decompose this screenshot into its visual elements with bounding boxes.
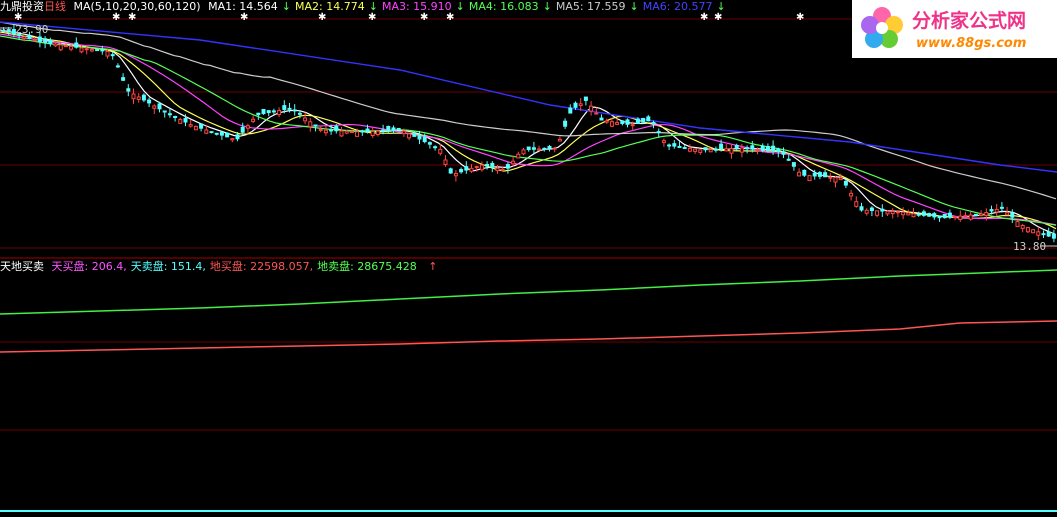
sub-value-3: 地买盘: 22598.057,: [209, 260, 314, 273]
ma-arrow-1: ↓: [281, 0, 292, 13]
ma-value-4: MA4: 16.083: [468, 0, 539, 13]
grid: [0, 18, 1057, 431]
ma-value-5: MA5: 17.559: [555, 0, 626, 13]
ma-arrow-2: ↓: [368, 0, 378, 13]
ma-arrow-4: ↓: [542, 0, 552, 13]
low-label: 13.80: [1013, 240, 1047, 253]
sub-indicator-bar: 天地买卖 天买盘: 206.4, 天卖盘: 151.4, 地买盘: 22598.05…: [0, 260, 442, 274]
ma-value-6: MA6: 20.577: [642, 0, 713, 13]
ma-arrow-3: ↓: [455, 0, 465, 13]
sub-value-1: 天买盘: 206.4,: [51, 260, 127, 273]
site-logo: 分析家公式网 www.88gs.com: [852, 0, 1057, 58]
sub-value-2: 天卖盘: 151.4,: [130, 260, 206, 273]
svg-text:✱: ✱: [796, 12, 804, 23]
logo-url: www.88gs.com: [916, 36, 1026, 51]
period-label: 日线: [44, 0, 66, 13]
ma-arrow-5: ↓: [629, 0, 639, 13]
main-indicator-bar: 九鼎投资日线 MA(5,10,20,30,60,120) MA1: 14.564…: [0, 0, 734, 14]
high-label: 23.90: [15, 23, 49, 36]
ma-value-3: MA3: 15.910: [381, 0, 452, 13]
ma-params: MA(5,10,20,30,60,120): [73, 0, 201, 13]
ma-arrow-6: ↓: [716, 0, 726, 13]
red-line: [0, 320, 1057, 353]
green-line: [0, 269, 1057, 315]
ma-value-2: MA2: 14.774: [295, 0, 365, 13]
sub-value-4: 地卖盘: 28675.428: [317, 260, 417, 273]
ma-value-1: MA1: 14.564: [208, 0, 278, 13]
trend-arrow: ↑: [428, 260, 438, 273]
sub-title: 天地买卖: [0, 260, 44, 273]
chart-canvas: ✱ ✱ ✱ ✱ ✱ ✱ ✱ ✱ ✱ ✱ ✱: [0, 12, 1057, 512]
logo-title: 分析家公式网: [912, 9, 1026, 32]
stock-name: 九鼎投资: [0, 0, 44, 13]
